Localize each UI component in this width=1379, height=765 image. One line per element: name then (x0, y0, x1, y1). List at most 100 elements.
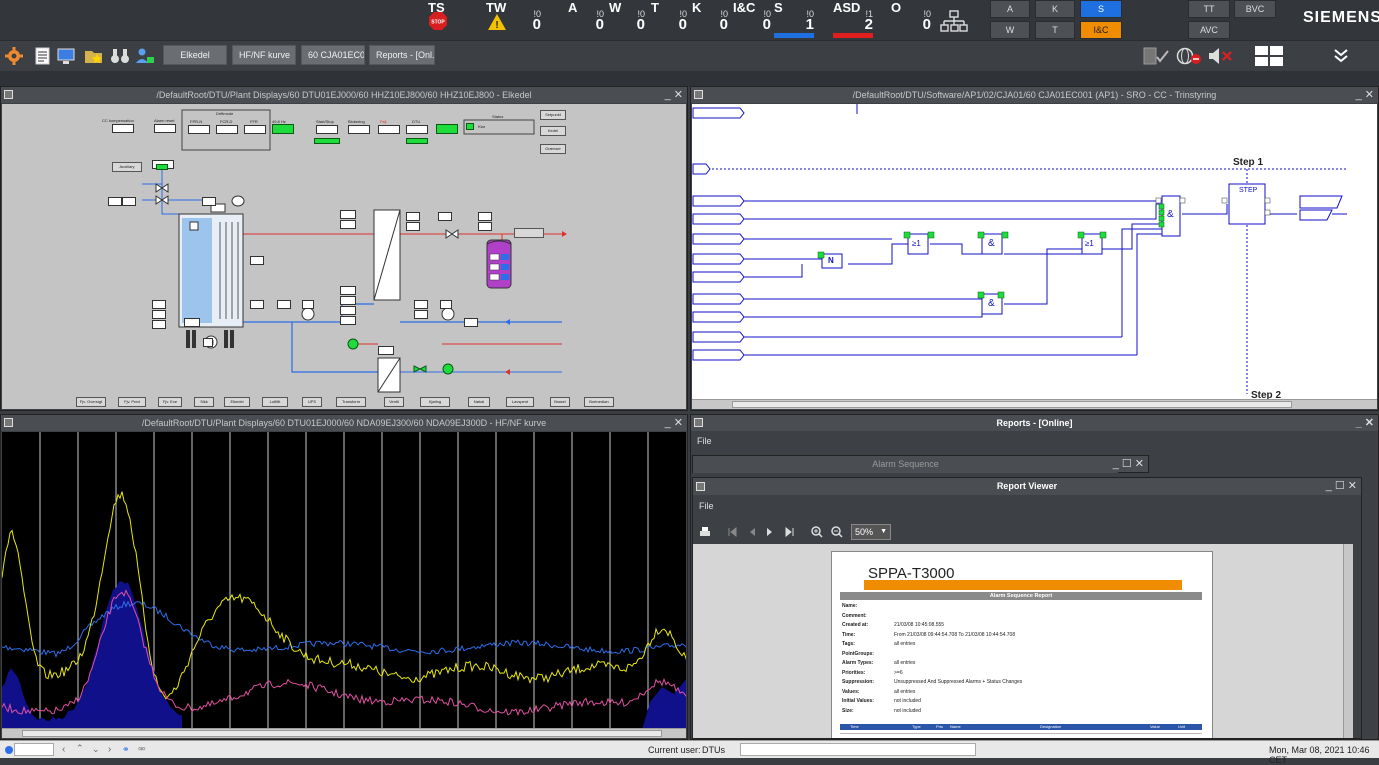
nav-button-fjv-pred[interactable]: Fjv. Pred (118, 397, 146, 407)
window-controls[interactable]: _ ✕ (665, 415, 683, 431)
sound-muted-icon[interactable] (1207, 47, 1235, 65)
dtu-toggle[interactable] (406, 125, 428, 134)
panel-title-bar[interactable]: /DefaultRoot/DTU/Software/AP1/02/CJA01/6… (691, 87, 1378, 103)
horizontal-scrollbar[interactable] (692, 399, 1377, 409)
window-menu-icon[interactable] (4, 418, 13, 427)
tab-cja01ec001[interactable]: 60 CJA01EC001 (301, 45, 365, 65)
blokering-toggle[interactable] (348, 125, 370, 134)
alarm-category-ic[interactable]: I&C !0 0 (733, 0, 771, 40)
auxiliary-button[interactable]: Auxiliary (112, 162, 142, 172)
nav-down-icon[interactable]: ⌄ (92, 744, 100, 755)
user-lock-icon[interactable] (135, 47, 155, 65)
panel-title-bar[interactable]: Reports - [Online] _ ✕ (691, 415, 1378, 431)
binoculars-icon[interactable] (110, 47, 130, 65)
filter-button-s[interactable]: S (1080, 0, 1122, 18)
nav-back-icon[interactable]: ‹ (62, 744, 65, 755)
filter-button-w[interactable]: W (990, 21, 1030, 39)
fpr-n-toggle[interactable] (188, 125, 210, 134)
nav-button-fjv-exe[interactable]: Fjv. Exe (158, 397, 182, 407)
nav-button-kjoling[interactable]: Kjøling (420, 397, 450, 407)
kedel-button[interactable]: Kedel (540, 126, 566, 136)
menu-file[interactable]: File (699, 501, 714, 511)
nav-up-icon[interactable]: ⌃ (76, 743, 84, 754)
window-menu-icon[interactable] (696, 482, 705, 491)
grenser-button[interactable]: Grænser (540, 144, 566, 154)
nav-forward-icon[interactable]: › (108, 744, 111, 755)
filter-button-tt[interactable]: TT (1188, 0, 1230, 18)
network-tree-icon[interactable] (940, 10, 968, 32)
layout-grid-icon[interactable] (1254, 45, 1284, 67)
alarm-category-o[interactable]: O !0 0 (891, 0, 931, 40)
nav-button-lavspent[interactable]: Lavspent (506, 397, 534, 407)
first-page-icon[interactable] (727, 527, 737, 537)
nav-button-brosel[interactable]: Brøsel (550, 397, 570, 407)
command-input[interactable] (14, 743, 54, 756)
document-list-icon[interactable] (33, 47, 53, 65)
filter-button-t[interactable]: T (1035, 21, 1075, 39)
transmission-button[interactable] (514, 228, 544, 238)
cc-compensation-toggle[interactable] (112, 124, 134, 133)
monitor-icon[interactable] (57, 47, 77, 65)
alarm-category-w[interactable]: W !0 0 (609, 0, 645, 40)
ffr-toggle[interactable] (244, 125, 266, 134)
zoom-in-icon[interactable] (811, 526, 823, 538)
nav-button-transform[interactable]: Transform (336, 397, 366, 407)
status-message-field[interactable] (740, 743, 976, 756)
tab-reports[interactable]: Reports - [Onl... (369, 45, 435, 65)
start-stop-button[interactable] (316, 125, 338, 134)
unlink-icon[interactable]: ⚮ (138, 744, 146, 755)
window-controls[interactable]: _ ☐ ✕ (1326, 478, 1357, 494)
setpunkt-button[interactable]: Setpunkt (540, 110, 566, 120)
alarm-reset-button[interactable] (154, 124, 176, 133)
previous-page-icon[interactable] (747, 527, 757, 537)
next-page-icon[interactable] (765, 527, 775, 537)
zoom-select[interactable]: 50% ▼ (851, 524, 891, 540)
vertical-scrollbar[interactable] (1343, 544, 1353, 738)
tab-hf-nf-kurve[interactable]: HF/NF kurve (232, 45, 296, 65)
panel-title-bar[interactable]: /DefaultRoot/DTU/Plant Displays/60 DTU01… (1, 415, 687, 431)
chevron-double-down-icon[interactable] (1331, 47, 1351, 65)
window-controls[interactable]: _ ✕ (1356, 415, 1374, 431)
alarm-category-a[interactable]: A !0 0 (568, 0, 604, 40)
window-menu-icon[interactable] (694, 90, 703, 99)
nav-button-bortnedlon[interactable]: Bortnedløn (584, 397, 614, 407)
filter-button-bvc[interactable]: BVC (1234, 0, 1276, 18)
alarm-category-k[interactable]: K !0 0 (692, 0, 728, 40)
panel-title-bar[interactable]: /DefaultRoot/DTU/Plant Displays/60 DTU01… (1, 87, 687, 103)
and-gate-label: & (988, 298, 995, 309)
report-viewer-title-bar[interactable]: Report Viewer (693, 478, 1361, 495)
alarm-category-tw[interactable]: TW ! !0 0 (486, 0, 541, 40)
link-icon[interactable]: ⚭ (122, 744, 130, 755)
filter-button-avc[interactable]: AVC (1188, 21, 1230, 39)
window-menu-icon[interactable] (694, 418, 703, 427)
filter-button-a[interactable]: A (990, 0, 1030, 18)
nav-button-ventil[interactable]: Ventil (384, 397, 404, 407)
alarm-category-asd[interactable]: ASD !1 2 (833, 0, 873, 40)
tab-elkedel[interactable]: Elkedel (163, 45, 227, 65)
horizontal-scrollbar[interactable] (2, 728, 686, 738)
nav-button-ups[interactable]: UPS (302, 397, 322, 407)
window-controls[interactable]: _ ✕ (1356, 87, 1374, 103)
print-icon[interactable] (699, 526, 711, 538)
gear-icon[interactable] (4, 47, 24, 65)
zoom-out-icon[interactable] (831, 526, 843, 538)
nav-button-elkedel[interactable]: Elkedel (224, 397, 250, 407)
window-menu-icon[interactable] (4, 90, 13, 99)
fcr-d-toggle[interactable] (216, 125, 238, 134)
alarm-category-ts[interactable]: TS STOP (428, 0, 450, 40)
alarm-category-s[interactable]: S !0 1 (774, 0, 814, 40)
menu-file[interactable]: File (697, 436, 712, 446)
last-page-icon[interactable] (785, 527, 795, 537)
document-check-icon[interactable] (1142, 47, 1170, 65)
filter-button-ic[interactable]: I&C (1080, 21, 1122, 39)
nav-button-luftfilt[interactable]: Luftfilt (262, 397, 288, 407)
favorites-folder-icon[interactable] (84, 47, 104, 65)
filter-button-k[interactable]: K (1035, 0, 1075, 18)
window-controls[interactable]: _ ✕ (665, 87, 683, 103)
network-blocked-icon[interactable] (1174, 47, 1202, 65)
window-controls[interactable]: _ ☐ ✕ (1113, 456, 1144, 472)
nav-button-nokal[interactable]: Nøkal (468, 397, 490, 407)
nav-button-fjv-oversigt[interactable]: Fjv. Oversigt (76, 397, 106, 407)
nav-button-sikk[interactable]: Sikk (194, 397, 214, 407)
alarm-category-t[interactable]: T !0 0 (651, 0, 687, 40)
